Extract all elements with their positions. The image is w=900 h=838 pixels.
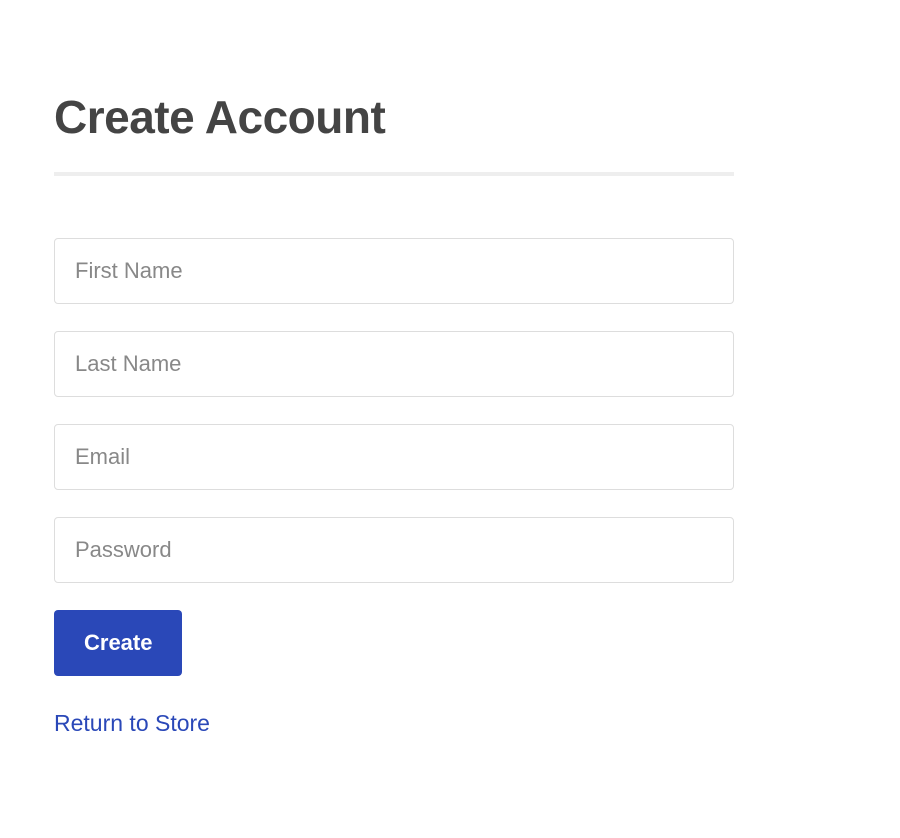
title-divider: [54, 172, 734, 176]
password-input[interactable]: [54, 517, 734, 583]
first-name-input[interactable]: [54, 238, 734, 304]
email-input[interactable]: [54, 424, 734, 490]
create-button[interactable]: Create: [54, 610, 182, 676]
return-to-store-link[interactable]: Return to Store: [54, 710, 210, 737]
last-name-input[interactable]: [54, 331, 734, 397]
page-title: Create Account: [54, 90, 846, 144]
